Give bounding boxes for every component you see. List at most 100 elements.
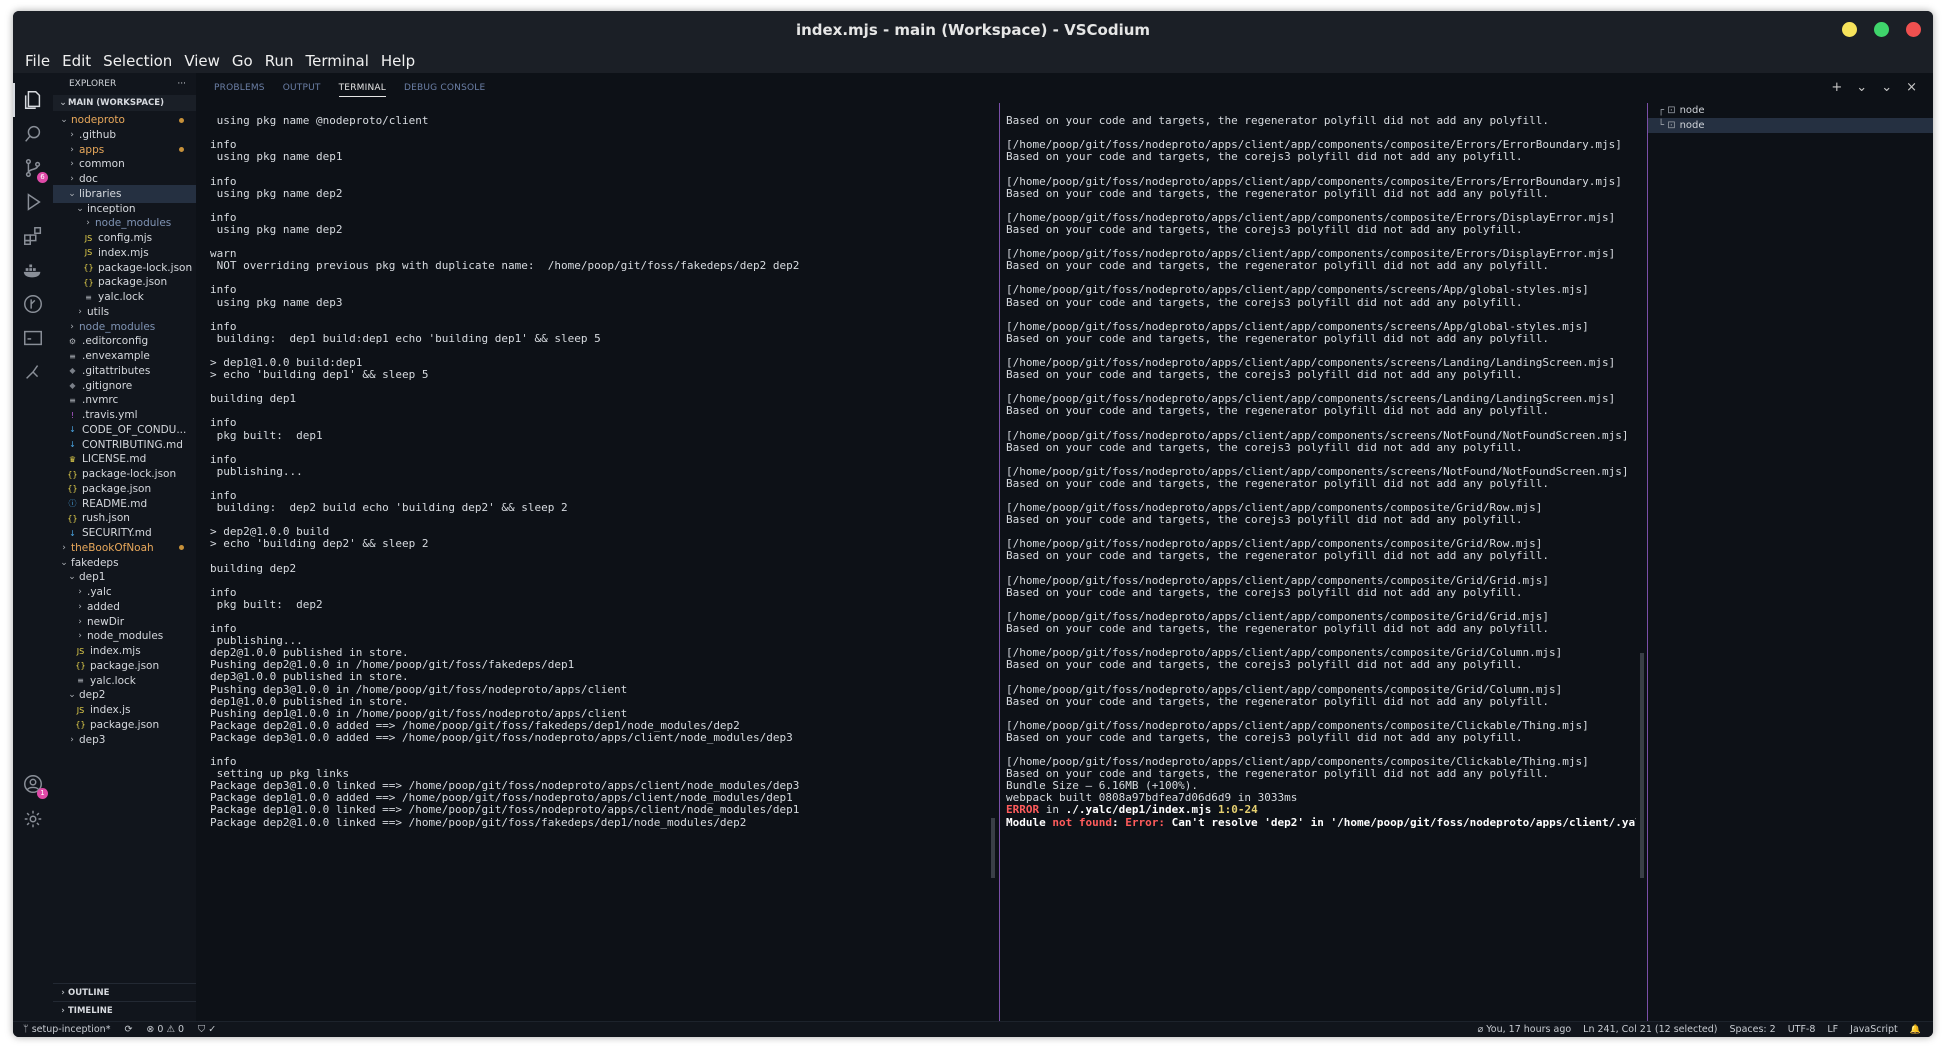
tree-item-label: dep2: [79, 689, 106, 702]
close-panel-icon[interactable]: ×: [1906, 80, 1917, 95]
close-button[interactable]: [1906, 22, 1921, 37]
search-icon[interactable]: [22, 123, 44, 145]
chevron-right-icon: ›: [78, 631, 82, 642]
tab-debug-console[interactable]: DEBUG CONSOLE: [404, 83, 485, 93]
remote-explorer-icon[interactable]: [22, 327, 44, 349]
maximize-panel-icon[interactable]: ⌄: [1881, 80, 1892, 95]
menu-edit[interactable]: Edit: [56, 52, 97, 70]
indentation[interactable]: Spaces: 2: [1730, 1024, 1776, 1035]
accounts-badge: 1: [37, 788, 48, 799]
sync-icon[interactable]: ⟳: [124, 1024, 132, 1035]
status-bar: ᛘ setup-inception* ⟳ ⊗ 0 ⚠ 0 ⛉ ✓ ⌀ You, …: [13, 1021, 1933, 1037]
minimize-button[interactable]: [1842, 22, 1857, 37]
tree-item-label: package.json: [90, 659, 160, 672]
new-terminal-icon[interactable]: +: [1831, 80, 1842, 95]
error-location: 1:0-24: [1217, 803, 1258, 817]
terminal-line: using pkg name dep3: [210, 295, 343, 309]
tree-item-label: rush.json: [82, 512, 130, 525]
encoding[interactable]: UTF-8: [1788, 1024, 1816, 1035]
extensions-icon[interactable]: [22, 225, 44, 247]
commit-icon: ⌀: [1477, 1024, 1487, 1035]
terminal-split-divider[interactable]: [999, 103, 1000, 1021]
terminal-instance[interactable]: ┌ ⊡ node: [1648, 103, 1933, 118]
git-graph-icon[interactable]: [22, 293, 44, 315]
tab-output[interactable]: OUTPUT: [283, 83, 321, 93]
tree-item-label: CONTRIBUTING.md: [82, 438, 183, 451]
terminal-line: publishing...: [210, 464, 303, 478]
chevron-right-icon: ›: [78, 601, 82, 612]
live-share-icon[interactable]: [22, 361, 44, 383]
terminal-line: info: [210, 622, 237, 636]
terminal-line: Based on your code and targets, the rege…: [1006, 331, 1550, 345]
tree-item-label: .yalc: [87, 586, 112, 598]
explorer-sidebar: EXPLORER ··· ⌄ MAIN (WORKSPACE) ⌄ nodepro…: [53, 73, 196, 1021]
terminal-line: [/home/poop/git/foss/nodeproto/apps/clie…: [1006, 573, 1550, 587]
menu-selection[interactable]: Selection: [97, 52, 178, 70]
end-of-line[interactable]: LF: [1827, 1024, 1838, 1035]
outline-label: OUTLINE: [68, 987, 110, 998]
terminal-line: [/home/poop/git/foss/nodeproto/apps/clie…: [1006, 682, 1563, 696]
window-controls: [1842, 22, 1921, 37]
terminal-line: Package dep3@1.0.0 added ==> /home/poop/…: [210, 730, 793, 744]
timeline-section[interactable]: › TIMELINE: [53, 1001, 196, 1019]
error-type: Error:: [1125, 815, 1165, 829]
language-mode[interactable]: JavaScript: [1850, 1024, 1898, 1035]
check-status[interactable]: ⛉ ✓: [198, 1024, 216, 1035]
menu-file[interactable]: File: [19, 52, 56, 70]
terminal-line: using pkg name dep2: [210, 186, 343, 200]
workspace-section-header[interactable]: ⌄ MAIN (WORKSPACE): [53, 95, 196, 111]
terminal-line: Based on your code and targets, the core…: [1006, 658, 1523, 672]
branch-item[interactable]: ᛘ setup-inception*: [23, 1024, 110, 1035]
tree-item-label: .envexample: [82, 350, 150, 362]
menu-go[interactable]: Go: [226, 52, 259, 70]
file-type-icon: ◆: [69, 381, 76, 390]
tree-item-label: newDir: [87, 615, 125, 628]
terminal-line: Based on your code and targets, the rege…: [1006, 114, 1550, 128]
tab-terminal[interactable]: TERMINAL: [338, 83, 386, 97]
source-control-icon[interactable]: 6: [22, 157, 48, 183]
terminal-icon: └ ⊡: [1658, 120, 1676, 131]
terminal-left-output[interactable]: using pkg name @nodeproto/client info us…: [210, 103, 830, 1021]
explorer-more-button[interactable]: ···: [177, 79, 186, 89]
branch-name: setup-inception*: [31, 1024, 111, 1035]
git-blame[interactable]: ⌀ You, 17 hours ago: [1478, 1024, 1572, 1035]
chevron-down-icon: ⌄: [68, 572, 76, 583]
right-terminal-scrollbar[interactable]: [1640, 653, 1644, 878]
menu-terminal[interactable]: Terminal: [300, 52, 375, 70]
menu-help[interactable]: Help: [375, 52, 421, 70]
terminal-line: [/home/poop/git/foss/nodeproto/apps/clie…: [1006, 283, 1589, 297]
problems-status[interactable]: ⊗ 0 ⚠ 0: [146, 1024, 184, 1035]
file-type-icon: {}: [83, 277, 94, 287]
cursor-position[interactable]: Ln 241, Col 21 (12 selected): [1583, 1024, 1717, 1035]
outline-section[interactable]: › OUTLINE: [53, 983, 196, 1001]
file-type-icon: {}: [67, 484, 78, 494]
modified-dot: [179, 117, 184, 123]
chevron-right-icon: ›: [70, 734, 74, 745]
files-icon[interactable]: [22, 89, 44, 111]
tab-problems[interactable]: PROBLEMS: [214, 83, 265, 93]
left-terminal-scrollbar[interactable]: [991, 818, 995, 878]
chevron-right-icon: ›: [61, 1005, 65, 1016]
terminal-instance-label: node: [1679, 105, 1705, 116]
accounts-icon[interactable]: 1: [22, 773, 48, 799]
settings-gear-icon[interactable]: [22, 808, 44, 830]
terminal-line: info: [210, 452, 237, 466]
run-debug-icon[interactable]: [22, 191, 44, 213]
explorer-title: EXPLORER: [69, 79, 117, 89]
terminal-right-output[interactable]: Based on your code and targets, the rege…: [1006, 103, 1636, 1021]
menu-view[interactable]: View: [178, 52, 226, 70]
tree-folder[interactable]: › dep3: [53, 731, 196, 749]
tree-item-label: index.mjs: [98, 246, 149, 259]
terminal-line: using pkg name @nodeproto/client: [210, 114, 429, 128]
maximize-button[interactable]: [1874, 22, 1889, 37]
terminal-line: building: dep1 build:dep1 echo 'building…: [210, 331, 601, 345]
menu-run[interactable]: Run: [259, 52, 300, 70]
terminal-instance[interactable]: └ ⊡ node: [1648, 118, 1933, 133]
docker-icon[interactable]: [22, 259, 44, 281]
launch-profile-icon[interactable]: ⌄: [1856, 80, 1867, 95]
notifications-bell-icon[interactable]: 🔔: [1910, 1025, 1921, 1035]
